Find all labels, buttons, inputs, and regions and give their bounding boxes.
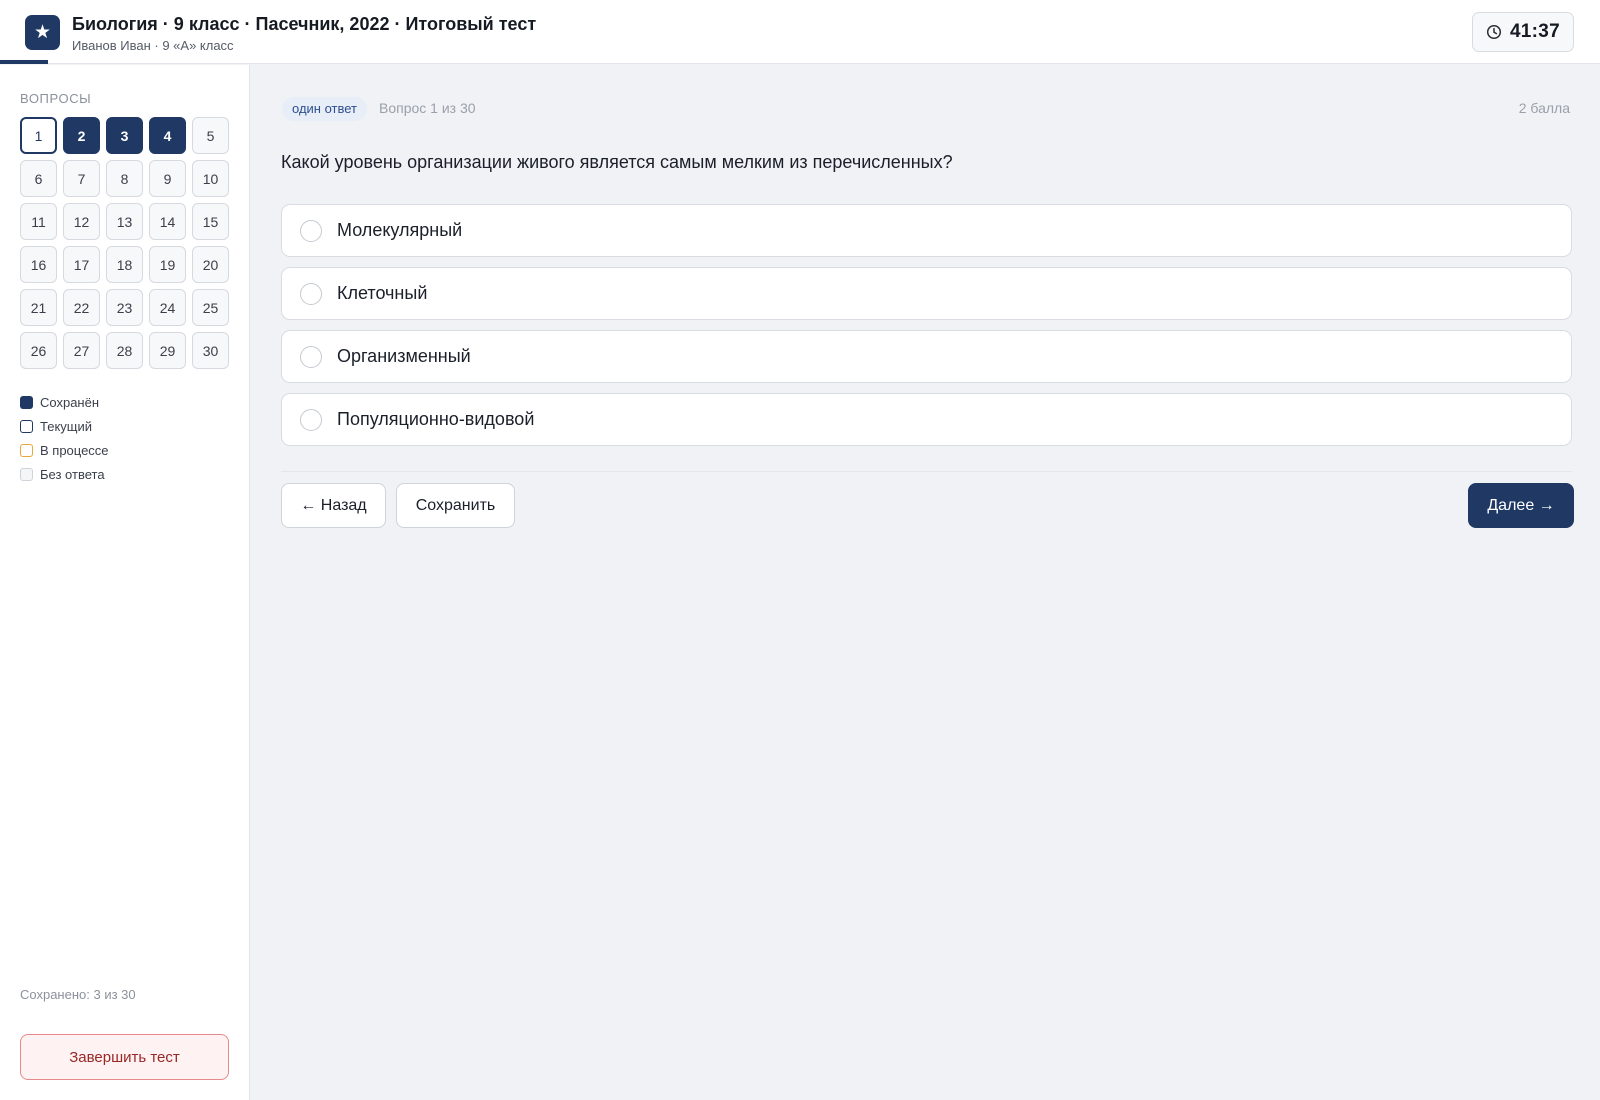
test-title: Биология · 9 класс · Пасечник, 2022 · Ит… [72, 14, 537, 34]
status-legend: Сохранён Текущий В процессе Без ответа [20, 390, 109, 486]
radio-button[interactable] [300, 408, 322, 431]
no-answer-swatch [20, 467, 33, 481]
question-nav-17[interactable]: 17 [63, 246, 100, 283]
answer-option-3[interactable]: Организменный [281, 330, 1572, 383]
question-nav-30[interactable]: 30 [192, 332, 229, 369]
current-swatch [20, 419, 33, 433]
legend-current-label: Текущий [40, 418, 92, 434]
question-type-chip: один ответ [282, 97, 367, 121]
question-nav-4[interactable]: 4 [149, 117, 186, 154]
question-sidebar: ВОПРОСЫ 1 2 3 4 5 6 7 8 9 10 11 12 13 14 15 16 17 18 19 20 2… [0, 65, 250, 1100]
option-label: Организменный [337, 346, 471, 366]
question-nav-15[interactable]: 15 [192, 203, 229, 240]
timer-value: 41:37 [1509, 21, 1561, 42]
student-info: Иванов Иван · 9 «А» класс [72, 38, 234, 53]
question-nav-3[interactable]: 3 [106, 117, 143, 154]
option-label: Молекулярный [337, 220, 463, 240]
legend-no-answer: Без ответа [20, 462, 109, 486]
legend-in-progress: В процессе [20, 438, 109, 462]
question-nav-23[interactable]: 23 [106, 289, 143, 326]
clock-icon [1486, 24, 1501, 40]
legend-current: Текущий [20, 414, 109, 438]
answer-option-2[interactable]: Клеточный [281, 267, 1572, 320]
question-nav-19[interactable]: 19 [149, 246, 186, 283]
question-nav-12[interactable]: 12 [63, 203, 100, 240]
question-nav-28[interactable]: 28 [106, 332, 143, 369]
question-nav-9[interactable]: 9 [149, 160, 186, 197]
question-nav-27[interactable]: 27 [63, 332, 100, 369]
question-nav-25[interactable]: 25 [192, 289, 229, 326]
back-button[interactable]: ← Назад [281, 483, 386, 528]
radio-button[interactable] [300, 219, 322, 242]
saved-count: Сохранено: 3 из 30 [20, 987, 136, 1002]
radio-button[interactable] [300, 282, 322, 305]
legend-no-answer-label: Без ответа [40, 466, 105, 482]
sidebar-title: ВОПРОСЫ [20, 91, 92, 106]
finish-test-button[interactable]: Завершить тест [20, 1034, 229, 1080]
question-nav-5[interactable]: 5 [192, 117, 229, 154]
saved-swatch [20, 395, 33, 409]
next-button[interactable]: Далее → [1468, 483, 1574, 528]
question-nav-29[interactable]: 29 [149, 332, 186, 369]
legend-saved: Сохранён [20, 390, 109, 414]
answer-option-4[interactable]: Популяционно-видовой [281, 393, 1572, 446]
timer: 41:37 [1472, 12, 1574, 52]
question-nav-11[interactable]: 11 [20, 203, 57, 240]
question-nav-18[interactable]: 18 [106, 246, 143, 283]
question-nav-7[interactable]: 7 [63, 160, 100, 197]
option-label: Клеточный [337, 283, 428, 303]
question-nav-16[interactable]: 16 [20, 246, 57, 283]
question-nav-6[interactable]: 6 [20, 160, 57, 197]
legend-saved-label: Сохранён [40, 394, 100, 410]
question-nav-26[interactable]: 26 [20, 332, 57, 369]
answer-option-1[interactable]: Молекулярный [281, 204, 1572, 257]
star-icon: ★ [25, 15, 60, 50]
answer-options: Молекулярный Клеточный Организменный Поп… [281, 204, 1572, 456]
question-nav-20[interactable]: 20 [192, 246, 229, 283]
question-nav-22[interactable]: 22 [63, 289, 100, 326]
test-progress-bar [0, 60, 48, 64]
in-progress-swatch [20, 443, 33, 457]
question-nav-21[interactable]: 21 [20, 289, 57, 326]
radio-button[interactable] [300, 345, 322, 368]
question-text: Какой уровень организации живого являетс… [281, 152, 953, 172]
top-header: ★ Биология · 9 класс · Пасечник, 2022 · … [0, 0, 1600, 64]
question-points: 2 балла [1518, 100, 1570, 116]
question-nav-2[interactable]: 2 [63, 117, 100, 154]
question-nav-13[interactable]: 13 [106, 203, 143, 240]
save-button[interactable]: Сохранить [396, 483, 515, 528]
divider [281, 471, 1572, 472]
question-nav-14[interactable]: 14 [149, 203, 186, 240]
question-nav-8[interactable]: 8 [106, 160, 143, 197]
question-counter: Вопрос 1 из 30 [379, 100, 476, 116]
question-grid: 1 2 3 4 5 6 7 8 9 10 11 12 13 14 15 16 17 18 19 20 21 22 23 24 2… [20, 117, 229, 369]
legend-in-progress-label: В процессе [40, 442, 109, 458]
question-nav-24[interactable]: 24 [149, 289, 186, 326]
question-panel: один ответ Вопрос 1 из 30 2 балла Какой … [250, 65, 1600, 1100]
question-nav-1[interactable]: 1 [20, 117, 57, 154]
option-label: Популяционно-видовой [337, 409, 535, 429]
question-nav-10[interactable]: 10 [192, 160, 229, 197]
